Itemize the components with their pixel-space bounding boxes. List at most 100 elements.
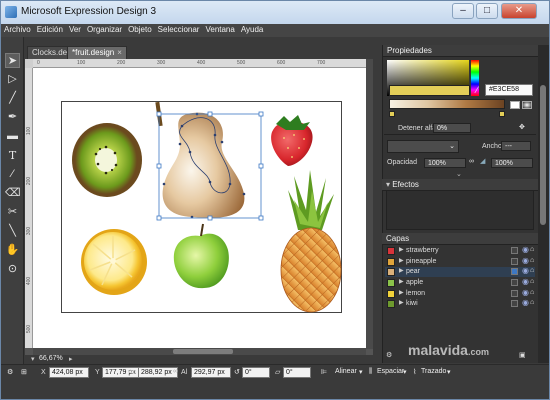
- stroke-width-field[interactable]: ---: [501, 141, 531, 151]
- text-tool-icon[interactable]: T: [5, 148, 20, 163]
- panel-scroll-thumb[interactable]: [540, 85, 546, 225]
- menu-ventana[interactable]: Ventana: [202, 24, 237, 35]
- visibility-eye-icon[interactable]: ◉: [522, 245, 529, 254]
- layer-row-strawberry[interactable]: ▶ strawberry ◉ ⌂: [385, 245, 535, 256]
- expand-icon[interactable]: ▶: [399, 278, 404, 285]
- pear-illustration[interactable]: [155, 101, 264, 221]
- stop-alpha-field[interactable]: 0%: [433, 123, 471, 133]
- pan-tool-icon[interactable]: ✋: [5, 243, 20, 258]
- layer-target-checkbox[interactable]: [511, 279, 518, 286]
- scroll-thumb[interactable]: [173, 349, 233, 354]
- radial-gradient-icon[interactable]: [522, 101, 532, 109]
- rectangle-tool-icon[interactable]: ▬: [5, 129, 20, 144]
- lemon-illustration[interactable]: [81, 229, 147, 295]
- menu-ayuda[interactable]: Ayuda: [238, 24, 267, 35]
- reference-point-icon[interactable]: ⊞: [19, 367, 29, 378]
- expand-icon[interactable]: ▶: [399, 299, 404, 306]
- menu-archivo[interactable]: Archivo: [1, 24, 34, 35]
- new-layer-icon[interactable]: ▣: [519, 351, 526, 359]
- layers-settings-icon[interactable]: ⚙: [386, 351, 392, 359]
- eraser-tool-icon[interactable]: ⌫: [5, 186, 21, 201]
- expand-icon[interactable]: ▶: [399, 267, 404, 274]
- opacity-field[interactable]: 100%: [424, 158, 466, 168]
- direct-selection-tool-icon[interactable]: ▷: [5, 72, 20, 87]
- zoom-spin-icon[interactable]: ▸: [69, 355, 73, 363]
- layer-row-pear[interactable]: ▶ pear ◉ ⌂: [385, 266, 535, 277]
- skew-field[interactable]: 0°: [283, 367, 311, 378]
- apple-illustration[interactable]: [173, 223, 229, 289]
- align-icon: ⊫: [321, 369, 328, 376]
- effects-list[interactable]: [386, 190, 534, 230]
- visibility-eye-icon[interactable]: ◉: [522, 288, 529, 297]
- link-icon[interactable]: ∞: [171, 367, 180, 378]
- tab-fruit-design[interactable]: *fruit.design ×: [67, 46, 127, 59]
- lock-icon[interactable]: ⌂: [530, 246, 534, 253]
- lock-icon[interactable]: ⌂: [530, 257, 534, 264]
- layer-row-kiwi[interactable]: ▶ kiwi ◉ ⌂: [385, 298, 535, 309]
- layer-target-checkbox[interactable]: [511, 258, 518, 265]
- strawberry-illustration[interactable]: [271, 115, 313, 166]
- expand-icon[interactable]: ▶: [399, 246, 404, 253]
- path-dropdown-icon[interactable]: ▾: [445, 367, 453, 378]
- eyedropper-icon[interactable]: ⁄: [472, 85, 482, 95]
- align-button[interactable]: Alinear: [333, 367, 359, 378]
- vertical-scrollbar[interactable]: [366, 59, 373, 349]
- pineapple-illustration[interactable]: [280, 170, 342, 313]
- zoom-level[interactable]: 66,67%: [39, 355, 63, 362]
- minimize-button[interactable]: –: [452, 3, 474, 19]
- tab-close-icon[interactable]: ×: [117, 48, 122, 57]
- layer-target-checkbox[interactable]: [511, 247, 518, 254]
- linear-gradient-icon[interactable]: [510, 101, 520, 109]
- align-dropdown-icon[interactable]: ▾: [357, 367, 365, 378]
- menu-edicion[interactable]: Edición: [34, 24, 66, 35]
- kiwi-illustration[interactable]: [72, 123, 142, 197]
- menu-objeto[interactable]: Objeto: [125, 24, 155, 35]
- panel-scrollbar[interactable]: [538, 45, 549, 363]
- menu-seleccionar[interactable]: Seleccionar: [155, 24, 203, 35]
- distribute-dropdown-icon[interactable]: ▾: [401, 367, 409, 378]
- artboard[interactable]: [61, 101, 342, 313]
- layer-target-checkbox[interactable]: [511, 290, 518, 297]
- menu-ver[interactable]: Ver: [66, 24, 84, 35]
- scissors-tool-icon[interactable]: ✂: [5, 205, 20, 220]
- lock-icon[interactable]: ⌂: [530, 299, 534, 306]
- eyedropper-tool-icon[interactable]: ⁄: [5, 167, 20, 182]
- expand-panel-icon[interactable]: ⌄: [456, 170, 462, 178]
- visibility-eye-icon[interactable]: ◉: [522, 266, 529, 275]
- expand-icon[interactable]: ▶: [399, 289, 404, 296]
- gradient-bar[interactable]: [389, 99, 505, 109]
- brush-tool-icon[interactable]: ╱: [5, 91, 20, 106]
- gradient-stop-left[interactable]: [389, 111, 395, 117]
- layer-target-checkbox[interactable]: [511, 300, 518, 307]
- layer-target-checkbox[interactable]: [511, 268, 518, 275]
- gradient-tool-icon[interactable]: ╲: [5, 224, 20, 239]
- path-button[interactable]: Trazado: [419, 367, 448, 378]
- horizontal-scrollbar[interactable]: [33, 348, 366, 355]
- hex-color-field[interactable]: #E3CE58: [485, 84, 533, 96]
- gradient-stop-right[interactable]: [499, 111, 505, 117]
- menu-organizar[interactable]: Organizar: [84, 24, 125, 35]
- height-field[interactable]: 292,97 px: [191, 367, 231, 378]
- zoom-dropdown-icon[interactable]: ▾: [31, 355, 35, 363]
- maximize-button[interactable]: □: [476, 3, 498, 19]
- close-button[interactable]: ✕: [501, 3, 537, 19]
- lock-icon[interactable]: ⌂: [530, 267, 534, 274]
- layer-row-pineapple[interactable]: ▶ pineapple ◉ ⌂: [385, 256, 535, 267]
- pen-tool-icon[interactable]: ✒: [5, 110, 20, 125]
- expand-icon[interactable]: ▶: [399, 257, 404, 264]
- x-position-field[interactable]: 424,08 px: [49, 367, 89, 378]
- lock-icon[interactable]: ⌂: [530, 278, 534, 285]
- stroke-style-dropdown[interactable]: ⌄: [387, 140, 459, 153]
- layer-row-lemon[interactable]: ▶ lemon ◉ ⌂: [385, 288, 535, 299]
- visibility-eye-icon[interactable]: ◉: [522, 298, 529, 307]
- transform-icon[interactable]: ✥: [519, 123, 525, 131]
- lock-icon[interactable]: ⌂: [530, 289, 534, 296]
- visibility-eye-icon[interactable]: ◉: [522, 277, 529, 286]
- selection-tool-icon[interactable]: ➤: [5, 53, 20, 68]
- layer-row-apple[interactable]: ▶ apple ◉ ⌂: [385, 277, 535, 288]
- settings-gear-icon[interactable]: ⚙: [5, 367, 15, 378]
- visibility-eye-icon[interactable]: ◉: [522, 256, 529, 265]
- fill-opacity-field[interactable]: 100%: [491, 158, 533, 168]
- zoom-tool-icon[interactable]: ⊙: [5, 262, 20, 277]
- rotation-field[interactable]: 0°: [242, 367, 270, 378]
